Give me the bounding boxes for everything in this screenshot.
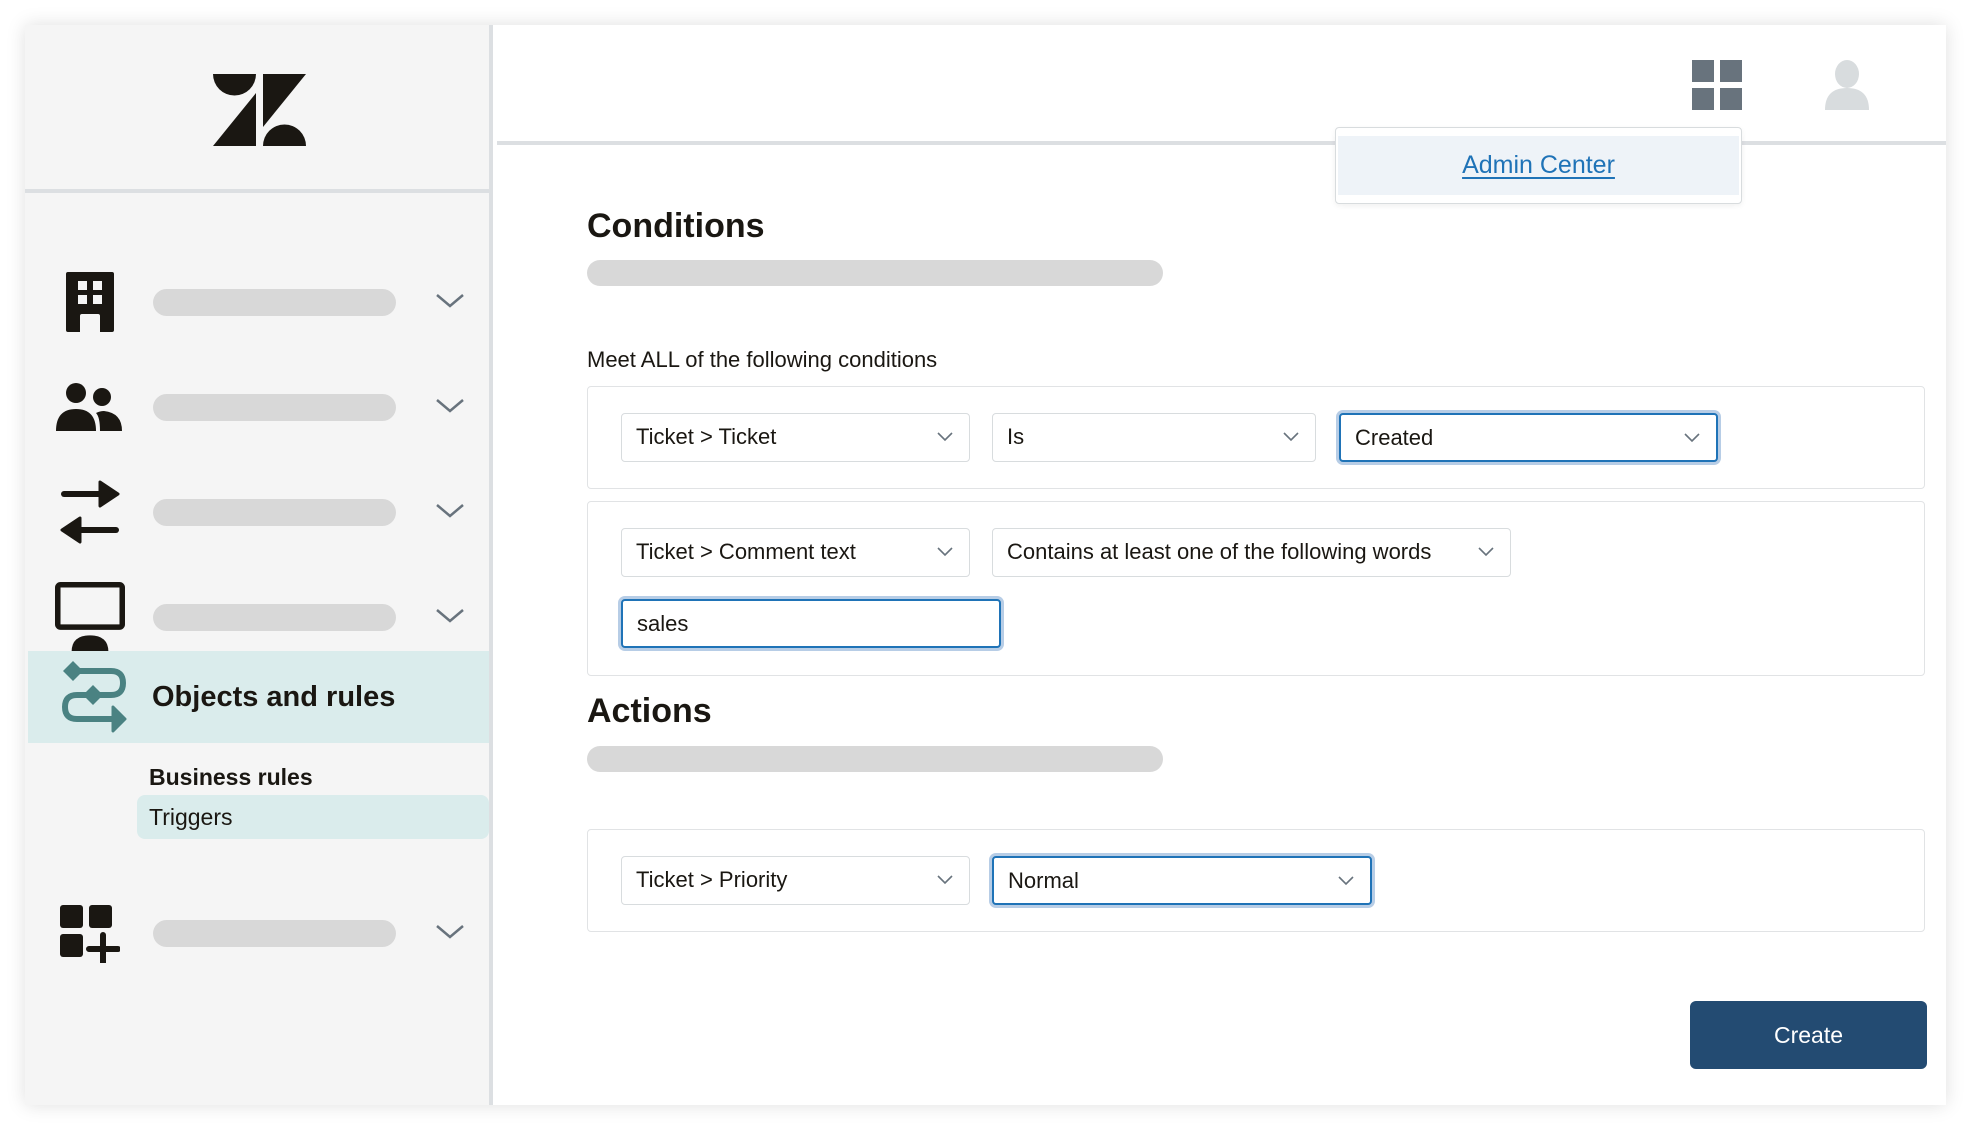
chevron-down-icon [1283, 432, 1299, 442]
chevron-down-icon[interactable] [435, 606, 465, 626]
popover-item: Admin Center [1338, 136, 1739, 195]
condition-row: Ticket > Ticket Is Created [587, 386, 1925, 489]
chevron-down-icon [937, 547, 953, 557]
select-value: Contains at least one of the following w… [1007, 539, 1432, 564]
sidebar-item-apps[interactable] [25, 893, 489, 973]
condition-operator-select[interactable]: Is [992, 413, 1316, 462]
condition-row: Ticket > Comment text Contains at least … [587, 501, 1925, 676]
users-icon [55, 367, 125, 447]
condition-operator-select[interactable]: Contains at least one of the following w… [992, 528, 1511, 577]
actions-heading: Actions [587, 692, 712, 730]
chevron-down-icon[interactable] [435, 396, 465, 416]
create-button[interactable]: Create [1690, 1001, 1927, 1069]
apps-add-icon [55, 893, 125, 973]
actions-description-placeholder [587, 746, 1163, 772]
chevron-down-icon [1478, 547, 1494, 557]
select-value: Normal [1008, 868, 1079, 893]
products-grid-icon[interactable] [1692, 60, 1742, 110]
chevron-down-icon[interactable] [435, 501, 465, 521]
action-field-select[interactable]: Ticket > Priority [621, 856, 970, 905]
condition-value-select[interactable]: Created [1339, 413, 1718, 462]
conditions-heading: Conditions [587, 207, 765, 245]
zendesk-logo-icon [213, 74, 306, 146]
meet-all-label: Meet ALL of the following conditions [587, 347, 938, 372]
sidebar-item-label-placeholder [153, 920, 396, 947]
action-row: Ticket > Priority Normal [587, 829, 1925, 932]
select-value: Ticket > Ticket [636, 424, 777, 449]
select-value: Created [1355, 425, 1434, 450]
chevron-down-icon[interactable] [435, 922, 465, 942]
main-content: Admin Center Conditions Meet ALL of the … [497, 25, 1946, 1105]
building-icon [55, 262, 125, 342]
chevron-down-icon [937, 875, 953, 885]
sidebar-item-organizations[interactable] [25, 262, 489, 342]
condition-words-input[interactable] [621, 599, 1001, 648]
action-value-select[interactable]: Normal [992, 856, 1372, 905]
sidebar-item-label-placeholder [153, 604, 396, 631]
sidebar-subheading-business-rules: Business rules [149, 764, 313, 790]
app-window: Objects and rules Business rules Trigger… [25, 25, 1946, 1105]
select-value: Ticket > Comment text [636, 539, 856, 564]
sidebar-item-people[interactable] [25, 367, 489, 447]
sidebar: Objects and rules Business rules Trigger… [25, 25, 493, 1105]
condition-field-select[interactable]: Ticket > Ticket [621, 413, 970, 462]
sidebar-item-label: Objects and rules [152, 681, 396, 713]
sidebar-item-label-placeholder [153, 499, 396, 526]
logo-area [25, 25, 489, 193]
chevron-down-icon [937, 432, 953, 442]
chevron-down-icon [1684, 433, 1700, 443]
select-value: Ticket > Priority [636, 867, 788, 892]
channels-arrows-icon [55, 472, 125, 552]
sidebar-item-objects-and-rules[interactable]: Objects and rules [28, 651, 489, 743]
sidebar-item-workspaces[interactable] [25, 577, 489, 657]
user-avatar-icon[interactable] [1825, 60, 1869, 110]
conditions-description-placeholder [587, 260, 1163, 286]
chevron-down-icon [1338, 876, 1354, 886]
sidebar-item-label-placeholder [153, 289, 396, 316]
sidebar-item-channels[interactable] [25, 472, 489, 552]
objects-rules-icon [61, 661, 127, 733]
sidebar-item-label-placeholder [153, 394, 396, 421]
condition-field-select[interactable]: Ticket > Comment text [621, 528, 970, 577]
sidebar-subitem-triggers[interactable]: Triggers [137, 795, 489, 839]
admin-center-link[interactable]: Admin Center [1462, 151, 1615, 180]
workspaces-monitor-icon [55, 577, 125, 657]
products-popover: Admin Center [1335, 127, 1742, 204]
select-value: Is [1007, 424, 1025, 449]
chevron-down-icon[interactable] [435, 291, 465, 311]
